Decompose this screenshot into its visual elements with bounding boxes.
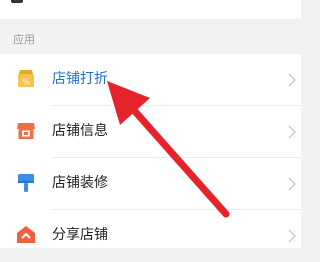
list-item-share-store[interactable]: 分享店铺	[0, 210, 301, 262]
chevron-right-icon	[287, 124, 297, 139]
discount-tag-icon: %	[14, 67, 38, 91]
tab-indicator	[11, 0, 23, 3]
list-item-label: 店铺装修	[52, 175, 108, 191]
chevron-right-icon	[287, 176, 297, 191]
app-list: % 店铺打折 店铺信息 店铺装修 分享店铺	[0, 54, 301, 248]
list-item-store-decoration[interactable]: 店铺装修	[0, 158, 301, 210]
section-title: 应用	[13, 33, 35, 46]
list-item-label: 店铺信息	[52, 123, 108, 139]
svg-text:%: %	[22, 78, 30, 87]
paint-brush-icon	[14, 171, 38, 195]
chevron-right-icon	[287, 228, 297, 243]
top-card	[0, 0, 301, 19]
list-item-label: 店铺打折	[52, 71, 108, 87]
list-item-label: 分享店铺	[52, 227, 108, 243]
store-info-icon	[14, 119, 38, 143]
share-store-icon	[14, 223, 38, 247]
list-item-store-discount[interactable]: % 店铺打折	[0, 54, 301, 106]
list-item-store-info[interactable]: 店铺信息	[0, 106, 301, 158]
chevron-right-icon	[287, 72, 297, 87]
